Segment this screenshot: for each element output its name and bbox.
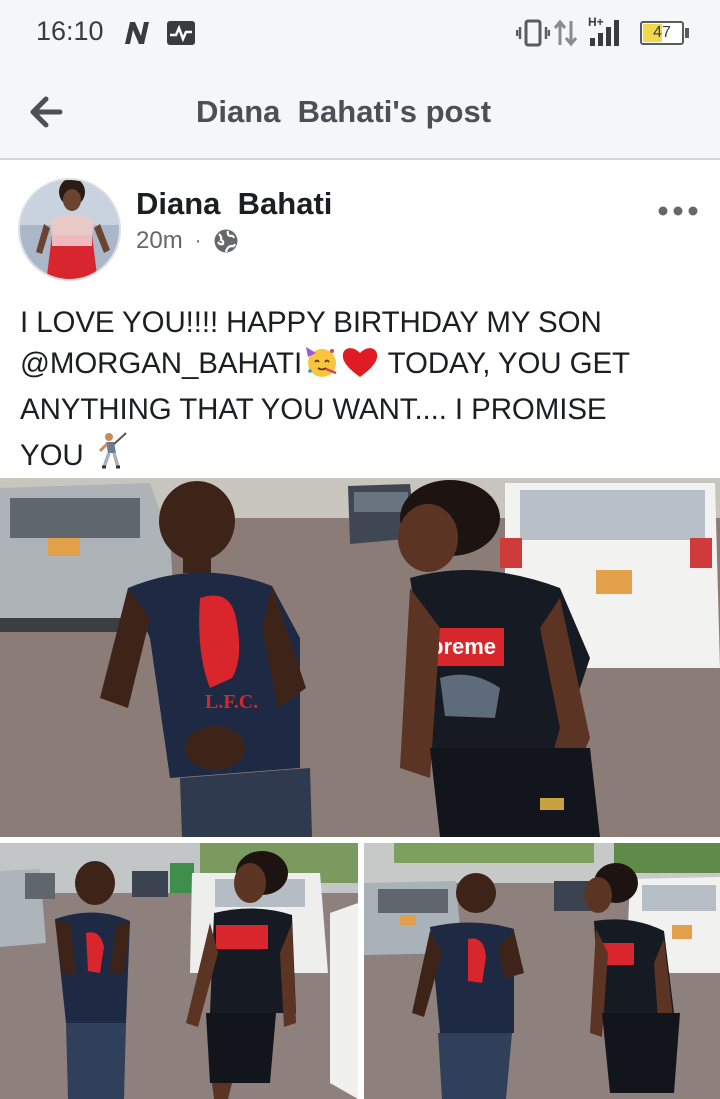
data-arrows-icon xyxy=(553,19,579,52)
photo-bottom-right[interactable] xyxy=(364,843,720,1099)
post-time[interactable]: 20m xyxy=(136,227,183,255)
more-options-button[interactable] xyxy=(656,198,700,224)
meta-separator: · xyxy=(194,229,202,252)
post-header-bar: Diana Bahati's post xyxy=(0,66,720,160)
post-text-line-4: YOU xyxy=(20,431,710,483)
vibrate-icon xyxy=(515,19,551,52)
n-icon xyxy=(122,20,152,51)
post-text: I LOVE YOU!!!! HAPPY BIRTHDAY MY SON @MO… xyxy=(20,303,710,482)
post-text-line-1: I LOVE YOU!!!! HAPPY BIRTHDAY MY SON xyxy=(20,306,602,339)
photo-main[interactable]: L.F.C. preme xyxy=(0,478,720,837)
signal-icon: H+ xyxy=(586,14,626,53)
man-golfing-emoji xyxy=(92,431,132,483)
arrow-left-icon xyxy=(30,96,63,128)
red-heart-emoji xyxy=(340,345,380,391)
photo-bottom-left[interactable] xyxy=(0,843,358,1099)
author-name[interactable]: Diana Bahati xyxy=(136,186,332,222)
profile-photo xyxy=(20,180,119,279)
activity-icon xyxy=(166,20,196,51)
post-text-line-2b: TODAY, YOU GET xyxy=(380,346,630,380)
status-time: 16:10 xyxy=(36,16,104,46)
battery-icon: 47 xyxy=(640,21,684,45)
svg-text:L.F.C.: L.F.C. xyxy=(205,691,258,713)
svg-text:H+: H+ xyxy=(588,15,604,29)
status-bar: 16:10 H+ 47 xyxy=(0,0,720,66)
more-horizontal-icon xyxy=(658,206,698,216)
mention-link[interactable]: @MORGAN_BAHATI xyxy=(20,347,302,380)
avatar[interactable] xyxy=(18,178,121,281)
post-meta: 20m · xyxy=(136,227,239,255)
party-face-emoji xyxy=(302,345,340,391)
post-text-line-2: @MORGAN_BAHATI TODAY, YOU GET xyxy=(20,344,710,391)
back-button[interactable] xyxy=(22,90,72,134)
page-title: Diana Bahati's post xyxy=(196,94,492,129)
globe-icon[interactable] xyxy=(213,228,239,254)
battery-level: 47 xyxy=(653,24,671,41)
post-text-line-3: ANYTHING THAT YOU WANT.... I PROMISE xyxy=(20,393,607,426)
svg-text:preme: preme xyxy=(430,634,496,659)
